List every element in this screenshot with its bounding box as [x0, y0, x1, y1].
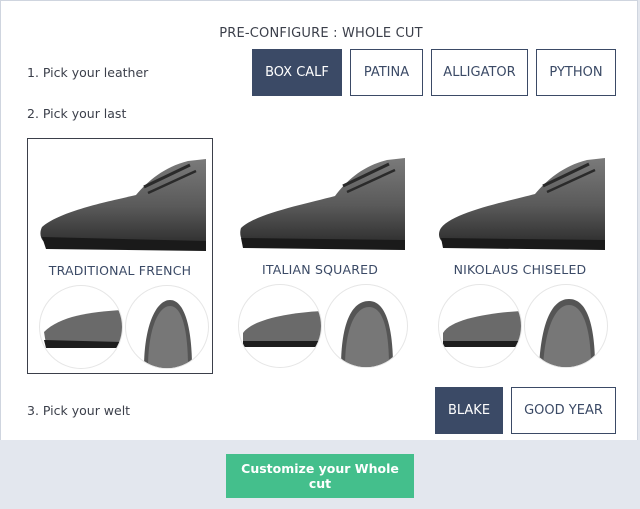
leather-option-python[interactable]: PYTHON	[536, 49, 616, 96]
toe-profile-image	[238, 284, 322, 368]
page-title: PRE-CONFIGURE : WHOLE CUT	[219, 26, 423, 41]
last-name: ITALIAN SQUARED	[261, 262, 379, 277]
welt-option-good-year[interactable]: GOOD YEAR	[511, 387, 616, 434]
last-step-label: 2. Pick your last	[27, 106, 127, 121]
leather-option-patina[interactable]: PATINA	[350, 49, 423, 96]
shoe-side-image	[240, 158, 405, 250]
shoe-side-image	[40, 159, 206, 251]
welt-step-label: 3. Pick your welt	[27, 403, 131, 418]
toe-top-image	[125, 285, 209, 369]
leather-option-alligator[interactable]: ALLIGATOR	[431, 49, 528, 96]
last-name: TRADITIONAL FRENCH	[48, 263, 192, 278]
toe-top-image	[324, 284, 408, 368]
last-option-italian-squared[interactable]: ITALIAN SQUARED	[227, 138, 413, 374]
last-option-nikolaus-chiseled[interactable]: NIKOLAUS CHISELED	[427, 138, 613, 374]
toe-top-image	[524, 284, 608, 368]
last-name: NIKOLAUS CHISELED	[453, 262, 587, 277]
configurator-modal: PRE-CONFIGURE : WHOLE CUT 1. Pick your l…	[0, 0, 638, 440]
toe-profile-image	[39, 285, 123, 369]
leather-option-box-calf[interactable]: BOX CALF	[252, 49, 342, 96]
last-option-traditional-french[interactable]: TRADITIONAL FRENCH	[27, 138, 213, 374]
leather-step-label: 1. Pick your leather	[27, 65, 149, 80]
customize-button[interactable]: Customize your Whole cut	[226, 454, 414, 498]
toe-profile-image	[438, 284, 522, 368]
welt-option-blake[interactable]: BLAKE	[435, 387, 503, 434]
shoe-side-image	[439, 158, 605, 250]
